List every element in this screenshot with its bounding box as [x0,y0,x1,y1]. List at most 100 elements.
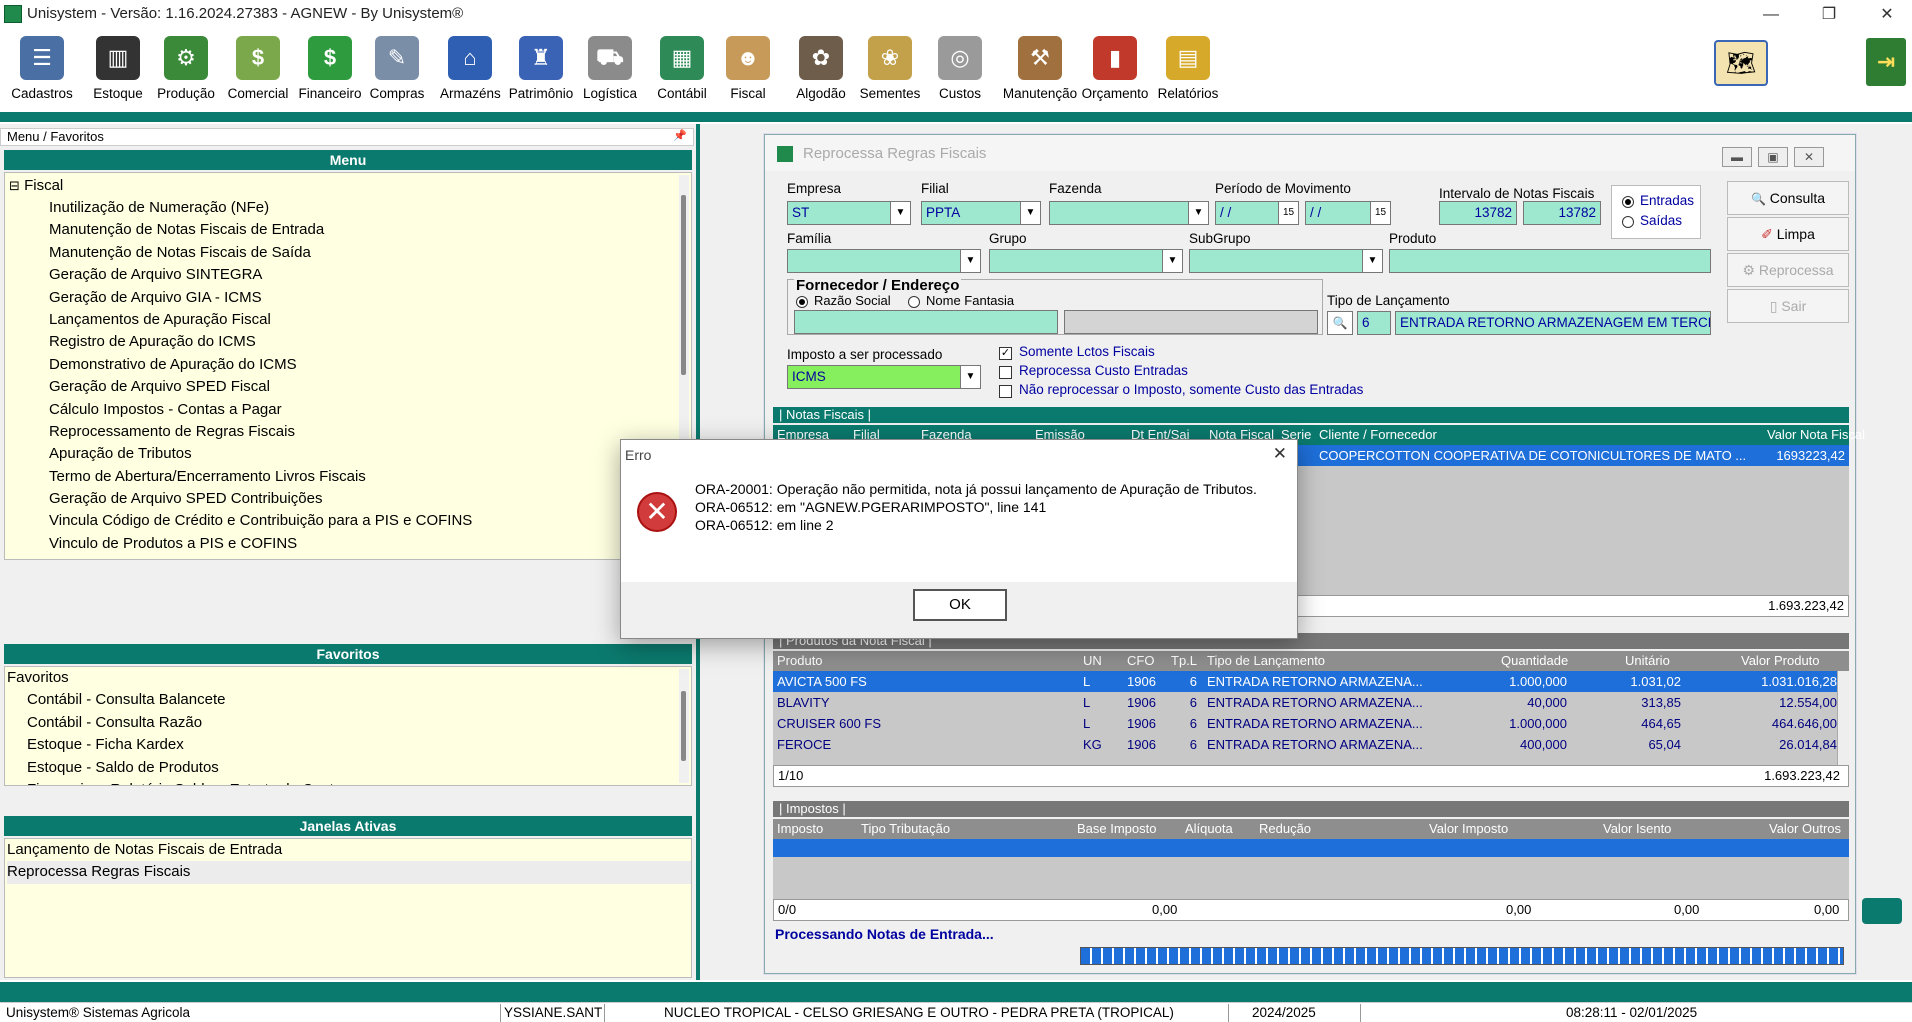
fantasia-radio[interactable] [908,296,920,308]
chevron-down-icon[interactable]: ▼ [1188,202,1208,224]
menu-item[interactable]: Cálculo Impostos - Contas a Pagar [49,399,669,421]
minimize-button[interactable]: — [1748,2,1794,28]
fornecedor-name-field[interactable] [1064,310,1318,334]
ok-button[interactable]: OK [913,589,1007,621]
nao-reprocessar-checkbox[interactable] [999,385,1012,398]
calendar-icon[interactable]: 15 [1278,202,1298,224]
menu-item[interactable]: Registro de Apuração do ICMS [49,331,669,353]
toolbar-relatórios-button[interactable]: ▤ Relatórios [1152,36,1224,110]
fornecedor-code-field[interactable] [794,310,1058,334]
toolbar-orçamento-button[interactable]: ▮ Orçamento [1080,36,1150,110]
col-unitario[interactable]: Unitário [1625,651,1670,671]
toolbar-manutenção-button[interactable]: ⚒ Manutenção [1000,36,1080,110]
scroll-thumb[interactable] [681,691,686,761]
chevron-down-icon[interactable]: ▼ [890,202,910,224]
child-close-button[interactable]: ✕ [1794,147,1824,167]
col-quantidade[interactable]: Quantidade [1501,651,1568,671]
nf-from-field[interactable]: 13782 [1439,201,1517,225]
table-row[interactable] [773,839,1849,857]
toolbar-cadastros-button[interactable]: ☰ Cadastros [2,36,82,110]
col-reducao[interactable]: Redução [1259,819,1311,839]
menu-item[interactable]: Geração de Arquivo GIA - ICMS [49,287,669,309]
child-minimize-button[interactable]: ▬ [1722,147,1752,167]
toolbar-sementes-button[interactable]: ❀ Sementes [858,36,922,110]
child-restore-button[interactable]: ▣ [1758,147,1788,167]
entradas-radio[interactable] [1622,196,1634,208]
filial-select[interactable]: PPTA ▼ [921,201,1041,225]
menu-item[interactable]: Geração de Arquivo SPED Contribuições [49,488,669,510]
table-row[interactable]: BLAVITY L 1906 6 ENTRADA RETORNO ARMAZENA...… [773,692,1837,713]
menu-item[interactable]: Manutenção de Notas Fiscais de Saída [49,242,669,264]
table-row[interactable]: CRUISER 600 FS L 1906 6 ENTRADA RETORNO ARMA… [773,713,1837,734]
exit-icon[interactable]: ⇥ [1866,38,1906,86]
toolbar-fiscal-button[interactable]: ☻ Fiscal [718,36,778,110]
menu-item[interactable]: Geração de Arquivo SPED Fiscal [49,376,669,398]
chevron-down-icon[interactable]: ▼ [1162,250,1182,272]
favorite-item[interactable]: Contábil - Consulta Razão [27,712,691,734]
toolbar-comercial-button[interactable]: $ Comercial [224,36,292,110]
chevron-down-icon[interactable]: ▼ [1362,250,1382,272]
col-valor-produto[interactable]: Valor Produto [1741,651,1820,671]
menu-item[interactable]: Lançamentos de Apuração Fiscal [49,309,669,331]
chevron-down-icon[interactable]: ▼ [960,366,980,388]
fazenda-select[interactable]: ▼ [1049,201,1209,225]
nf-to-field[interactable]: 13782 [1523,201,1601,225]
toolbar-estoque-button[interactable]: ▥ Estoque [90,36,146,110]
menu-item[interactable]: Termo de Abertura/Encerramento Livros Fi… [49,466,669,488]
subgrupo-select[interactable]: ▼ [1189,249,1383,273]
toolbar-patrimônio-button[interactable]: ♜ Patrimônio [506,36,576,110]
toolbar-algodão-button[interactable]: ✿ Algodão [790,36,852,110]
favorite-item[interactable]: Estoque - Ficha Kardex [27,734,691,756]
menu-item[interactable]: Carta Correção de Nota Fiscal [49,555,669,559]
limpa-button[interactable]: ✐ Limpa [1727,217,1849,251]
favorites-root[interactable]: Favoritos [5,667,691,689]
col-aliquota[interactable]: Alíquota [1185,819,1233,839]
chevron-down-icon[interactable]: ▼ [1020,202,1040,224]
toolbar-produção-button[interactable]: ⚙ Produção [150,36,222,110]
toolbar-contábil-button[interactable]: ▦ Contábil [650,36,714,110]
menu-item[interactable]: Vinculo de Produtos a PIS e COFINS [49,533,669,555]
col-produto[interactable]: Produto [777,651,823,671]
imposto-select[interactable]: ICMS ▼ [787,365,981,389]
empresa-select[interactable]: ST ▼ [787,201,911,225]
col-valor-outros[interactable]: Valor Outros [1769,819,1841,839]
toolbar-custos-button[interactable]: ◎ Custos [932,36,988,110]
produto-field[interactable] [1389,249,1711,273]
table-row[interactable]: FEROCE KG 1906 6 ENTRADA RETORNO ARMAZENA...… [773,734,1837,755]
col-tpl[interactable]: Tp.L [1171,651,1197,671]
menu-item[interactable]: Geração de Arquivo SINTEGRA [49,264,669,286]
col-tipo-lanc[interactable]: Tipo de Lançamento [1207,651,1325,671]
col-cfo[interactable]: CFO [1127,651,1154,671]
menu-item[interactable]: Manutenção de Notas Fiscais de Entrada [49,219,669,241]
tipo-search-button[interactable]: 🔍 [1327,311,1353,335]
sair-button[interactable]: ▯ Sair [1727,289,1849,323]
close-button[interactable]: ✕ [1864,2,1910,28]
tree-root-fiscal[interactable]: ⊟ Fiscal [9,175,63,197]
col-un[interactable]: UN [1083,651,1102,671]
active-window-item[interactable]: Reprocessa Regras Fiscais [7,861,691,884]
favorite-item[interactable]: Financeiro - Relatório Saldo e Extrato d… [27,779,691,785]
reprocessa-custo-checkbox[interactable] [999,366,1012,379]
saidas-radio[interactable] [1622,216,1634,228]
grupo-select[interactable]: ▼ [989,249,1183,273]
table-row[interactable]: AVICTA 500 FS L 1906 6 ENTRADA RETORNO ARMAZ… [773,671,1837,692]
menu-item[interactable]: Vincula Código de Crédito e Contribuição… [49,510,669,532]
somente-checkbox[interactable]: ✓ [999,347,1012,360]
pin-icon[interactable]: 📌 [673,129,687,142]
calendar-icon[interactable]: 15 [1370,202,1390,224]
col-base-imposto[interactable]: Base Imposto [1077,819,1157,839]
reprocessa-button[interactable]: ⚙ Reprocessa [1727,253,1849,287]
tipo-code-field[interactable]: 6 [1357,311,1391,335]
collapse-icon[interactable]: ⊟ [9,178,20,193]
tipo-desc-field[interactable]: ENTRADA RETORNO ARMAZENAGEM EM TERCEIROS [1395,311,1711,335]
col-imposto[interactable]: Imposto [777,819,823,839]
menu-item[interactable]: Inutilização de Numeração (NFe) [49,197,669,219]
col-tipo-tributacao[interactable]: Tipo Tributação [861,819,950,839]
col-valor-imposto[interactable]: Valor Imposto [1429,819,1508,839]
map-icon[interactable]: 🗺 [1714,40,1768,86]
familia-select[interactable]: ▼ [787,249,981,273]
col-valor-isento[interactable]: Valor Isento [1603,819,1671,839]
toolbar-armazéns-button[interactable]: ⌂ Armazéns [440,36,501,110]
maximize-button[interactable]: ❐ [1806,2,1852,28]
col-valor-nf[interactable]: Valor Nota Fiscal [1767,425,1865,445]
